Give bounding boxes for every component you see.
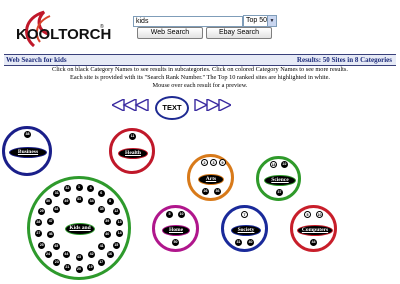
category-home[interactable]: 5 10 Home 50 bbox=[152, 205, 199, 252]
scope-select[interactable]: Top 50 ▼ bbox=[243, 15, 277, 27]
category-label-arts[interactable]: Arts bbox=[198, 174, 224, 185]
category-health[interactable]: 11 Health bbox=[109, 128, 155, 174]
rank-dot[interactable]: 26 bbox=[202, 188, 209, 195]
rank-dot[interactable]: 35 bbox=[98, 206, 106, 214]
category-business[interactable]: 38 Business bbox=[2, 126, 52, 176]
rank-dot[interactable]: 21 bbox=[63, 263, 71, 271]
rank-dot[interactable]: 16 bbox=[106, 251, 114, 259]
previous-arrows-icon[interactable] bbox=[110, 97, 150, 116]
rank-dot[interactable]: 10 bbox=[316, 211, 323, 218]
rank-dot[interactable]: 12 bbox=[112, 207, 120, 215]
category-kids-and-teens[interactable]: 1 4 6 8 12 13 14 15 16 17 19 20 21 23 24 25 27 28 29 30 31 32… bbox=[27, 176, 131, 280]
rank-dot[interactable]: 38 bbox=[24, 131, 31, 138]
category-computers[interactable]: 5 10 Computers 44 bbox=[290, 205, 337, 252]
category-label-home[interactable]: Home bbox=[162, 225, 190, 236]
rank-dot[interactable]: 5 bbox=[166, 211, 173, 218]
rank-dot[interactable]: 50 bbox=[172, 239, 179, 246]
category-label-science[interactable]: Science bbox=[264, 175, 296, 186]
rank-dot[interactable]: 27 bbox=[34, 230, 42, 238]
results-count: Results: 50 Sites in 8 Categories bbox=[296, 56, 392, 64]
rank-dot[interactable]: 1 bbox=[75, 183, 83, 191]
rank-dot[interactable]: 36 bbox=[214, 188, 221, 195]
rank-dot[interactable]: 23 bbox=[53, 259, 61, 266]
rank-dot[interactable]: 48 bbox=[52, 206, 60, 214]
rank-dot[interactable]: 8 bbox=[106, 197, 114, 205]
category-science[interactable]: 18 22 Science 37 bbox=[256, 156, 301, 201]
logo-text: KOOLTORCH bbox=[16, 26, 111, 43]
rank-dot[interactable]: 32 bbox=[63, 185, 71, 193]
rank-dot[interactable]: 47 bbox=[47, 218, 55, 225]
rank-dot[interactable]: 4 bbox=[87, 185, 95, 193]
category-arts[interactable]: 2 3 9 Arts 26 36 bbox=[187, 154, 234, 201]
rank-dot[interactable]: 44 bbox=[62, 250, 70, 258]
category-label-computers[interactable]: Computers bbox=[297, 225, 333, 236]
rank-dot[interactable]: 29 bbox=[38, 207, 46, 215]
rank-dot[interactable]: 20 bbox=[75, 265, 83, 273]
rank-dot[interactable]: 37 bbox=[276, 189, 283, 196]
rank-dot[interactable]: 44 bbox=[310, 239, 317, 246]
chevron-down-icon: ▼ bbox=[267, 16, 276, 26]
rank-dot[interactable]: 7 bbox=[241, 211, 248, 218]
rank-dot[interactable]: 30 bbox=[44, 197, 52, 205]
rank-dot[interactable]: 19 bbox=[87, 263, 95, 271]
rank-dot[interactable]: 33 bbox=[75, 195, 83, 203]
rank-dot[interactable]: 11 bbox=[129, 133, 136, 140]
instructions-line-2: Each site is provided with its "Search R… bbox=[70, 74, 330, 81]
instructions-line-3: Mouse over each result for a preview. bbox=[152, 82, 248, 89]
rank-dot[interactable]: 40 bbox=[247, 239, 254, 246]
rank-dot[interactable]: 46 bbox=[47, 231, 55, 238]
rank-dot[interactable]: 31 bbox=[235, 239, 242, 246]
rank-dot[interactable]: 24 bbox=[44, 251, 52, 259]
text-view-toggle[interactable]: TEXT bbox=[155, 96, 189, 120]
rank-dot[interactable]: 10 bbox=[178, 211, 185, 218]
rank-dot[interactable]: 34 bbox=[88, 198, 96, 206]
rank-dot[interactable]: 5 bbox=[304, 211, 311, 218]
scope-select-value: Top 50 bbox=[246, 17, 268, 24]
category-label-health[interactable]: Health bbox=[118, 148, 148, 159]
rank-dot[interactable]: 28 bbox=[34, 218, 42, 226]
instructions-line-1: Click on black Category Names to see res… bbox=[52, 66, 348, 73]
category-label-business[interactable]: Business bbox=[9, 147, 47, 158]
rank-dot[interactable]: 9 bbox=[219, 159, 226, 166]
category-society[interactable]: 7 Society 31 40 bbox=[221, 205, 268, 252]
rank-dot[interactable]: 41 bbox=[98, 242, 106, 250]
rank-dot[interactable]: 39 bbox=[103, 218, 111, 225]
rank-dot[interactable]: 2 bbox=[201, 159, 208, 166]
rank-dot[interactable]: 17 bbox=[97, 259, 105, 266]
logo-trademark: ® bbox=[100, 23, 104, 30]
rank-dot[interactable]: 14 bbox=[116, 230, 124, 238]
web-search-button[interactable]: Web Search bbox=[137, 27, 203, 39]
rank-dot[interactable]: 25 bbox=[38, 241, 46, 249]
category-label-kids-and[interactable]: Kids and bbox=[65, 223, 95, 235]
rank-dot[interactable]: 42 bbox=[88, 250, 96, 258]
rank-dot[interactable]: 13 bbox=[116, 218, 124, 226]
rank-dot[interactable]: 45 bbox=[52, 242, 60, 250]
rank-dot[interactable]: 6 bbox=[97, 190, 105, 197]
search-input[interactable]: kids bbox=[133, 16, 243, 27]
rank-dot[interactable]: 40 bbox=[103, 231, 111, 238]
results-title: Web Search for kids bbox=[6, 56, 67, 64]
kooltorch-logo[interactable]: KOOLTORCH ® bbox=[14, 6, 124, 50]
category-label-society[interactable]: Society bbox=[231, 225, 261, 236]
rank-dot[interactable]: 31 bbox=[53, 190, 61, 197]
next-arrows-icon[interactable] bbox=[193, 97, 233, 116]
rank-dot[interactable]: 18 bbox=[270, 161, 277, 168]
rank-dot[interactable]: 43 bbox=[75, 253, 83, 261]
rank-dot[interactable]: 22 bbox=[281, 161, 288, 168]
ebay-search-button[interactable]: Ebay Search bbox=[206, 27, 272, 39]
rank-dot[interactable]: 49 bbox=[62, 198, 70, 206]
rank-dot[interactable]: 15 bbox=[112, 241, 120, 249]
rank-dot[interactable]: 3 bbox=[210, 159, 217, 166]
